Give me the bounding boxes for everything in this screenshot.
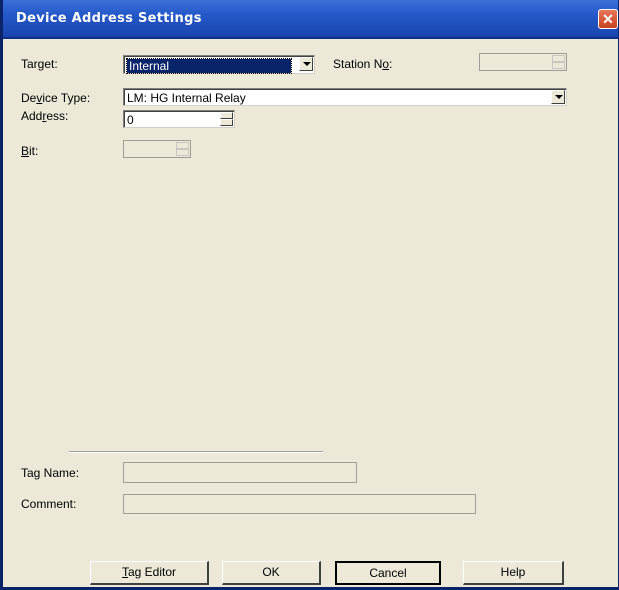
bit-input[interactable]: [123, 140, 191, 158]
address-label: Address:: [21, 109, 69, 123]
help-button[interactable]: Help: [463, 561, 564, 585]
title-bar[interactable]: Device Address Settings ✕: [3, 0, 618, 39]
separator: [69, 451, 323, 453]
close-button[interactable]: ✕: [598, 9, 618, 29]
chevron-down-icon[interactable]: [299, 57, 313, 71]
device-type-label: Device Type:: [21, 91, 91, 105]
window-title: Device Address Settings: [16, 11, 202, 26]
spinner-icon[interactable]: [176, 142, 189, 157]
device-address-settings-dialog: Device Address Settings ✕ Target: Intern…: [0, 0, 619, 590]
target-value: Internal: [126, 58, 292, 74]
device-type-select[interactable]: LM: HG Internal Relay: [123, 88, 567, 106]
address-input[interactable]: 0: [123, 110, 235, 128]
comment-label: Comment:: [21, 497, 77, 511]
spinner-icon[interactable]: [220, 112, 233, 127]
bit-label: Bit:: [21, 144, 39, 158]
station-no-input[interactable]: [479, 53, 567, 71]
chevron-down-icon[interactable]: [551, 90, 565, 104]
target-select[interactable]: Internal: [123, 55, 315, 74]
ok-button[interactable]: OK: [222, 561, 321, 585]
close-icon: ✕: [602, 11, 614, 27]
address-value: 0: [127, 113, 134, 127]
tag-editor-button[interactable]: Tag Editor: [90, 561, 209, 585]
tag-name-label: Tag Name:: [21, 466, 80, 480]
tag-name-input[interactable]: [123, 462, 357, 483]
station-no-label: Station No:: [333, 57, 393, 71]
comment-input[interactable]: [123, 494, 476, 514]
device-type-value: LM: HG Internal Relay: [127, 91, 246, 105]
target-label: Target:: [21, 57, 58, 71]
spinner-icon[interactable]: [552, 55, 565, 70]
cancel-button[interactable]: Cancel: [335, 561, 441, 585]
